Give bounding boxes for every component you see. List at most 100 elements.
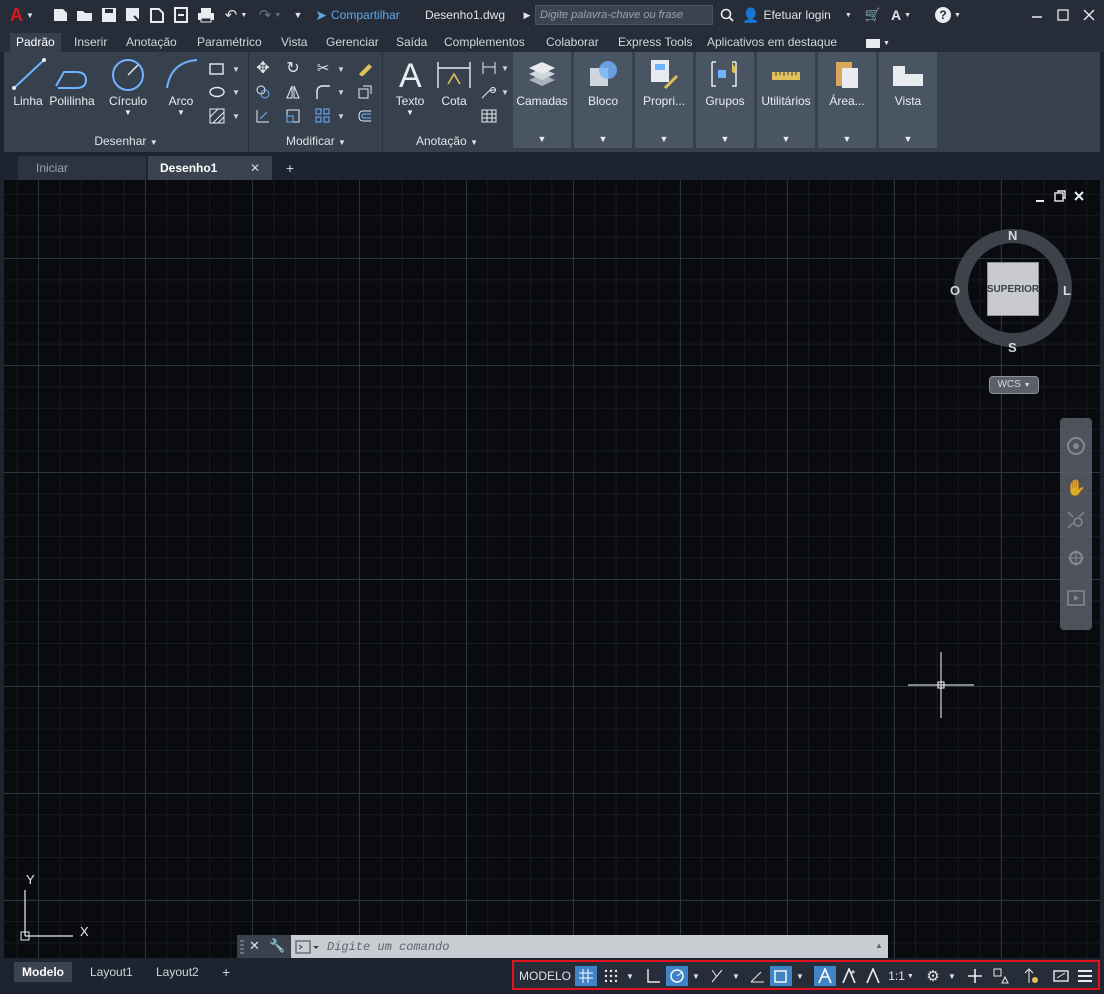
viewcube-face-top[interactable]: SUPERIOR	[987, 262, 1039, 316]
tab-express-tools[interactable]: Express Tools	[612, 33, 698, 52]
app-menu-button[interactable]: A ▼	[6, 5, 38, 25]
object-snap-tracking-icon[interactable]	[746, 966, 768, 986]
maximize-icon[interactable]	[1054, 5, 1072, 25]
tab-saida[interactable]: Saída	[390, 33, 433, 52]
scale-icon[interactable]	[283, 106, 303, 126]
trim-icon[interactable]: ✂	[313, 58, 333, 78]
units-icon[interactable]	[964, 966, 986, 986]
tab-padrao[interactable]: Padrão	[10, 33, 61, 52]
new-icon[interactable]	[52, 5, 70, 25]
command-close-icon[interactable]: ✕	[249, 938, 263, 954]
customization-menu-icon[interactable]	[1074, 966, 1096, 986]
line-button[interactable]: Linha	[3, 56, 53, 108]
add-layout-icon[interactable]: +	[214, 962, 238, 982]
tab-gerenciar[interactable]: Gerenciar	[320, 33, 385, 52]
command-drag-handle[interactable]	[239, 939, 245, 955]
model-space-button[interactable]: MODELO	[518, 966, 572, 986]
save-as-icon[interactable]	[124, 5, 142, 25]
annotation-scale-icon[interactable]	[862, 966, 884, 986]
showmotion-icon[interactable]	[1066, 588, 1086, 608]
panel-propriedades[interactable]: Propri... ▼	[635, 52, 693, 148]
close-tab-icon[interactable]: ✕	[250, 156, 260, 180]
cart-icon[interactable]: 🛒	[864, 5, 882, 25]
explode-icon[interactable]	[355, 82, 375, 102]
orbit-icon[interactable]	[1066, 548, 1086, 568]
close-icon[interactable]	[1080, 5, 1098, 25]
compass-north[interactable]: N	[1008, 228, 1017, 243]
grid-icon[interactable]	[575, 966, 597, 986]
tab-vista[interactable]: Vista	[275, 33, 313, 52]
undo-icon[interactable]: ↶ ▼	[222, 5, 250, 25]
panel-grupos[interactable]: Grupos ▼	[696, 52, 754, 148]
leader-icon[interactable]	[479, 82, 499, 102]
tab-inserir[interactable]: Inserir	[68, 33, 113, 52]
polyline-button[interactable]: Polilinha	[47, 56, 97, 108]
minimize-icon[interactable]	[1028, 5, 1046, 25]
viewport-minimize-icon[interactable]	[1034, 192, 1046, 202]
object-snap-dropdown[interactable]: ▼	[794, 966, 806, 986]
workspace-dropdown[interactable]: ▼	[946, 966, 958, 986]
hatch-icon[interactable]	[207, 106, 227, 126]
move-icon[interactable]: ✥	[253, 58, 273, 78]
save-icon[interactable]	[100, 5, 118, 25]
pan-icon[interactable]: ✋	[1066, 478, 1086, 498]
circle-button[interactable]: Círculo ▼	[103, 56, 153, 117]
viewport-close-icon[interactable]	[1073, 190, 1085, 202]
erase-icon[interactable]	[355, 58, 375, 78]
text-button[interactable]: A Texto ▼	[385, 56, 435, 117]
panel-vista[interactable]: Vista ▼	[879, 52, 937, 148]
polar-tracking-icon[interactable]	[666, 966, 688, 986]
search-icon[interactable]	[718, 5, 736, 25]
tab-start[interactable]: Iniciar	[18, 156, 146, 180]
tab-aplicativos[interactable]: Aplicativos em destaque	[701, 33, 843, 52]
command-customize-icon[interactable]: 🔧	[269, 938, 285, 954]
arc-button[interactable]: Arco ▼	[156, 56, 206, 117]
fillet-icon[interactable]	[313, 82, 333, 102]
mirror-icon[interactable]	[283, 82, 303, 102]
autodesk-app-icon[interactable]: A ▼	[886, 5, 916, 25]
tab-layout2[interactable]: Layout2	[148, 962, 207, 982]
auto-scale-icon[interactable]	[838, 966, 860, 986]
open-web-icon[interactable]	[148, 5, 166, 25]
tab-layout1[interactable]: Layout1	[82, 962, 141, 982]
copy-icon[interactable]	[253, 82, 273, 102]
redo-icon[interactable]: ↷ ▼	[256, 5, 284, 25]
ellipse-icon[interactable]	[207, 82, 227, 102]
tab-drawing[interactable]: Desenho1 ✕	[148, 156, 272, 180]
command-input[interactable]: Digite um comando	[327, 939, 449, 955]
search-input[interactable]: Digite palavra-chave ou frase	[535, 5, 713, 25]
viewcube[interactable]: N S L O SUPERIOR	[950, 224, 1076, 355]
panel-area-transferencia[interactable]: Área... ▼	[818, 52, 876, 148]
snap-mode-icon[interactable]	[600, 966, 622, 986]
array-icon[interactable]	[313, 106, 333, 126]
quick-properties-icon[interactable]	[990, 966, 1012, 986]
tab-model[interactable]: Modelo	[14, 962, 72, 982]
help-icon[interactable]: ? ▼	[932, 5, 964, 25]
annotation-visibility-icon[interactable]	[814, 966, 836, 986]
object-snap-icon[interactable]	[770, 966, 792, 986]
tab-anotacao[interactable]: Anotação	[120, 33, 183, 52]
dimension-button[interactable]: Cota	[429, 56, 479, 108]
customize-qat-icon[interactable]: ▼	[292, 5, 304, 25]
tab-colaborar[interactable]: Colaborar	[540, 33, 605, 52]
command-prompt-icon[interactable]	[295, 939, 321, 955]
login-button[interactable]: 👤 Efetuar login ▼	[742, 5, 857, 25]
isodraft-dropdown[interactable]: ▼	[730, 966, 742, 986]
rectangle-icon[interactable]	[207, 59, 227, 79]
drawing-canvas[interactable]: N S L O SUPERIOR WCS ▼ ✋ Y X	[4, 180, 1100, 958]
compass-west[interactable]: O	[950, 283, 960, 298]
tab-parametrico[interactable]: Paramétrico	[191, 33, 268, 52]
viewport-restore-icon[interactable]	[1054, 190, 1066, 202]
steering-wheel-icon[interactable]	[1066, 436, 1086, 456]
share-button[interactable]: ➤ Compartilhar	[310, 5, 405, 25]
tab-complementos[interactable]: Complementos	[438, 33, 531, 52]
isodraft-icon[interactable]	[706, 966, 728, 986]
ribbon-display-toggle[interactable]: ▼	[864, 33, 892, 53]
panel-anotacao-title[interactable]: Anotação ▼	[383, 134, 511, 148]
compass-east[interactable]: L	[1063, 283, 1071, 298]
plot-icon[interactable]	[196, 5, 216, 25]
snap-mode-dropdown[interactable]: ▼	[624, 966, 636, 986]
new-tab-icon[interactable]: +	[280, 156, 300, 180]
clean-screen-icon[interactable]	[1050, 966, 1072, 986]
ortho-icon[interactable]	[642, 966, 664, 986]
